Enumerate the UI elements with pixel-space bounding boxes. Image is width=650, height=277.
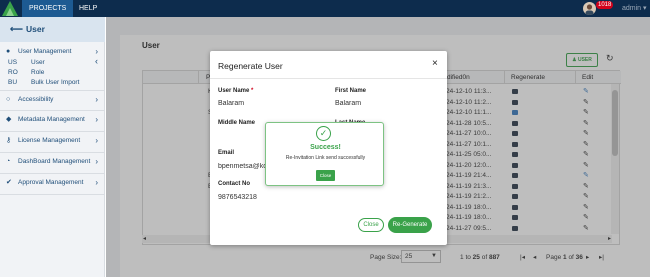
top-bar: PROJECTS HELP 1018 admin ▾	[0, 0, 650, 17]
email-field[interactable]: bpenmetsa@ko	[218, 163, 266, 170]
contact-field[interactable]: 9876543218	[218, 194, 318, 201]
sidebar: ⟵ User ● User Management › US User ‹ RO …	[0, 17, 105, 277]
user-name-field[interactable]: Balaram	[218, 100, 318, 107]
regenerate-button[interactable]: Re-Generate	[388, 217, 432, 233]
subitem-label: Bulk User Import	[31, 79, 80, 86]
sidebar-item-label: Metadata Management	[18, 116, 85, 123]
success-toast: ✓ Success! Re-Invitation Link send succe…	[265, 122, 384, 186]
key-icon: ⚷	[6, 137, 12, 144]
sidebar-item-label: User Management	[18, 48, 72, 55]
chevron-right-icon: ›	[95, 115, 98, 124]
sidebar-item-dashboard[interactable]: ◔ DashBoard Management ›	[0, 152, 105, 172]
contact-label: Contact No	[218, 181, 250, 187]
sidebar-subitem-user[interactable]: US User ‹	[0, 57, 105, 67]
user-name: admin	[622, 5, 642, 12]
caret-down-icon: ▾	[643, 5, 647, 12]
chevron-right-icon: ›	[95, 95, 98, 104]
first-name-field[interactable]: Balaram	[335, 100, 435, 107]
sidebar-item-label: Approval Management	[18, 179, 84, 186]
toast-title: Success!	[310, 144, 341, 151]
tag-icon: ◆	[6, 116, 12, 123]
subitem-code: US	[8, 59, 18, 66]
chevron-right-icon: ›	[95, 157, 98, 166]
sidebar-item-label: DashBoard Management	[18, 158, 91, 165]
email-label: Email	[218, 150, 235, 156]
subitem-code: RO	[8, 69, 18, 76]
sidebar-item-approval[interactable]: ✔ Approval Management ›	[0, 173, 105, 193]
divider	[210, 78, 447, 79]
subitem-label: User	[31, 59, 45, 66]
toast-close-button[interactable]: Close	[316, 170, 335, 181]
nav-projects[interactable]: PROJECTS	[22, 0, 74, 17]
sidebar-header-title: User	[26, 24, 45, 34]
sidebar-item-accessibility[interactable]: ○ Accessibility ›	[0, 90, 105, 110]
toast-message: Re-Invitation Link send successfully	[285, 155, 366, 161]
nav-help[interactable]: HELP	[72, 0, 104, 17]
chevron-right-icon: ›	[95, 136, 98, 145]
dashboard-icon: ◔	[6, 158, 11, 165]
user-menu[interactable]: admin ▾	[622, 0, 647, 17]
dialog-title: Regenerate User	[218, 61, 283, 71]
accessibility-icon: ○	[6, 96, 11, 103]
notification-badge[interactable]: 1018	[596, 1, 614, 9]
user-name-label-text: User Name	[218, 88, 250, 94]
chevron-right-icon: ›	[95, 178, 98, 187]
user-avatar[interactable]	[583, 2, 596, 15]
divider	[0, 194, 105, 195]
close-icon[interactable]: ×	[432, 59, 438, 69]
middle-name-label: Middle Name	[218, 120, 256, 126]
subitem-code: BU	[8, 79, 18, 86]
check-icon: ✔	[6, 179, 12, 186]
sidebar-item-label: License Management	[18, 137, 81, 144]
sidebar-item-label: Accessibility	[18, 96, 54, 103]
sidebar-item-metadata[interactable]: ◆ Metadata Management ›	[0, 110, 105, 130]
back-arrow-icon[interactable]: ⟵	[10, 17, 23, 42]
sidebar-item-license[interactable]: ⚷ License Management ›	[0, 131, 105, 151]
chevron-left-icon[interactable]: ‹	[95, 57, 98, 66]
subitem-label: Role	[31, 69, 45, 76]
app-logo[interactable]	[2, 1, 18, 16]
close-button[interactable]: Close	[358, 218, 384, 232]
success-check-icon: ✓	[316, 126, 331, 141]
sidebar-header: ⟵ User	[0, 17, 105, 42]
required-marker: *	[251, 88, 254, 94]
sidebar-subitem-bulk-import[interactable]: BU Bulk User Import	[0, 78, 105, 87]
sidebar-subitem-role[interactable]: RO Role	[0, 68, 105, 77]
first-name-label: First Name	[335, 88, 367, 94]
user-name-label: User Name *	[218, 88, 253, 94]
